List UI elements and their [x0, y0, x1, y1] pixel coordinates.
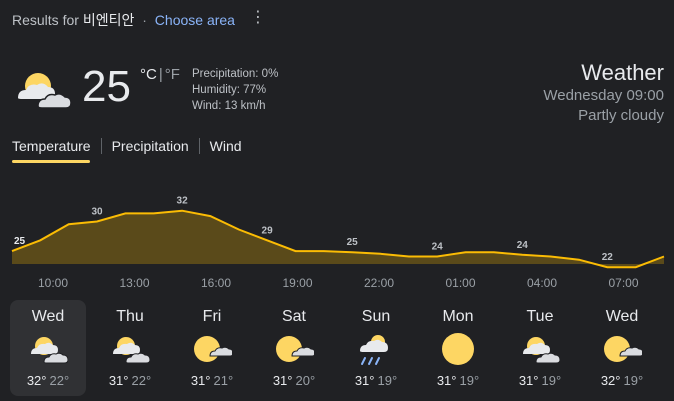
- mostly-sunny-icon: [276, 336, 314, 362]
- high-temp: 32°: [26, 373, 47, 388]
- high-temp: 31°: [436, 373, 457, 388]
- current-temperature: 25: [82, 62, 131, 111]
- temp-data-label: 32: [177, 196, 189, 207]
- x-tick-label: 10:00: [38, 276, 68, 290]
- partly-cloudy-icon: [18, 73, 72, 109]
- low-temp: 19°: [459, 373, 480, 388]
- day-temps: 32° 22°: [10, 373, 86, 388]
- low-temp: 20°: [295, 373, 316, 388]
- temp-data-label: 24: [432, 242, 444, 253]
- high-temp: 32°: [600, 373, 621, 388]
- day-name: Tue: [526, 308, 554, 325]
- separator-dot: ·: [142, 12, 147, 28]
- x-tick-label: 13:00: [119, 276, 149, 290]
- tab-wind[interactable]: Wind: [198, 138, 252, 154]
- low-temp: 22°: [131, 373, 152, 388]
- day-temps: 31° 19°: [502, 373, 578, 388]
- forecast-day-2[interactable]: Fri 31° 21°: [174, 300, 250, 396]
- day-name: Wed: [605, 308, 639, 325]
- daily-forecast: Wed 32° 22° Thu 31° 22° Fri 31° 21° Sat 31° 20° Sun 3…: [10, 300, 670, 396]
- forecast-day-3[interactable]: Sat 31° 20°: [256, 300, 332, 396]
- day-name: Mon: [442, 308, 474, 325]
- day-temps: 31° 21°: [174, 373, 250, 388]
- unit-toggle: °C | °F: [140, 66, 180, 83]
- tab-temperature[interactable]: Temperature: [12, 138, 101, 154]
- day-name: Fri: [202, 308, 222, 325]
- current-details: Precipitation: 0% Humidity: 77% Wind: 13…: [192, 66, 278, 114]
- temp-data-label: 25: [347, 237, 359, 248]
- low-temp: 19°: [541, 373, 562, 388]
- x-tick-label: 07:00: [608, 276, 638, 290]
- x-tick-label: 19:00: [282, 276, 312, 290]
- sunny-icon: [442, 333, 474, 365]
- weather-datetime: Wednesday 09:00: [543, 87, 664, 104]
- day-temps: 31° 20°: [256, 373, 332, 388]
- tab-precipitation[interactable]: Precipitation: [100, 138, 199, 154]
- high-temp: 31°: [272, 373, 293, 388]
- weather-heading: Weather: [581, 60, 664, 85]
- temperature-chart: 25 30 32 29 25 24 24 22 10:00 13:00 16:00 19:00 22:0…: [0, 186, 674, 296]
- high-temp: 31°: [354, 373, 375, 388]
- weather-condition: Partly cloudy: [578, 107, 664, 124]
- low-temp: 22°: [49, 373, 70, 388]
- forecast-day-6[interactable]: Tue 31° 19°: [502, 300, 578, 396]
- results-prefix: Results for: [12, 12, 79, 28]
- humidity-text: Humidity: 77%: [192, 84, 267, 96]
- active-tab-indicator: [12, 160, 90, 163]
- unit-divider: |: [158, 66, 163, 83]
- temp-data-label: 30: [91, 207, 103, 218]
- day-temps: 31° 22°: [92, 373, 168, 388]
- forecast-day-7[interactable]: Wed 32° 19°: [584, 300, 660, 396]
- unit-celsius[interactable]: °C: [140, 66, 157, 83]
- temp-data-label: 22: [602, 252, 614, 263]
- temp-data-label: 29: [262, 225, 274, 236]
- high-temp: 31°: [108, 373, 129, 388]
- forecast-day-5[interactable]: Mon 31° 19°: [420, 300, 496, 396]
- chart-tabs: Temperature Precipitation Wind: [12, 138, 252, 162]
- choose-area-link[interactable]: Choose area: [155, 12, 235, 28]
- wind-text: Wind: 13 km/h: [192, 100, 266, 112]
- low-temp: 19°: [377, 373, 398, 388]
- x-tick-label: 04:00: [527, 276, 557, 290]
- low-temp: 19°: [623, 373, 644, 388]
- day-name: Sun: [361, 308, 391, 325]
- partly-cloudy-icon: [113, 337, 150, 364]
- precipitation-text: Precipitation: 0%: [192, 68, 279, 80]
- unit-fahrenheit[interactable]: °F: [165, 66, 180, 83]
- temperature-chart-svg: 25 30 32 29 25 24 24 22 10:00 13:00 16:00 19:00 22:0…: [11, 196, 665, 290]
- high-temp: 31°: [190, 373, 211, 388]
- more-vert-icon[interactable]: ⋮: [250, 10, 266, 28]
- forecast-day-1[interactable]: Thu 31° 22°: [92, 300, 168, 396]
- mostly-sunny-icon: [194, 336, 232, 362]
- partly-cloudy-icon: [31, 337, 68, 364]
- day-name: Wed: [31, 308, 65, 325]
- day-temps: 31° 19°: [420, 373, 496, 388]
- partly-cloudy-icon: [523, 337, 560, 364]
- day-temps: 31° 19°: [338, 373, 414, 388]
- weather-title-block: Weather Wednesday 09:00 Partly cloudy: [543, 60, 664, 126]
- x-tick-label: 16:00: [201, 276, 231, 290]
- scattered-showers-icon: [360, 335, 388, 365]
- low-temp: 21°: [213, 373, 234, 388]
- forecast-day-4[interactable]: Sun 31° 19°: [338, 300, 414, 396]
- day-temps: 32° 19°: [584, 373, 660, 388]
- temp-data-label: 24: [517, 240, 529, 251]
- x-tick-label: 22:00: [364, 276, 394, 290]
- temp-data-label: 25: [14, 236, 26, 247]
- location-query: 비엔티안: [82, 12, 135, 28]
- day-name: Sat: [281, 308, 306, 325]
- results-header: Results for 비엔티안 · Choose area: [12, 10, 235, 30]
- forecast-day-0[interactable]: Wed 32° 22°: [10, 300, 86, 396]
- mostly-sunny-icon: [604, 336, 642, 362]
- x-tick-label: 01:00: [445, 276, 475, 290]
- day-name: Thu: [116, 308, 144, 325]
- high-temp: 31°: [518, 373, 539, 388]
